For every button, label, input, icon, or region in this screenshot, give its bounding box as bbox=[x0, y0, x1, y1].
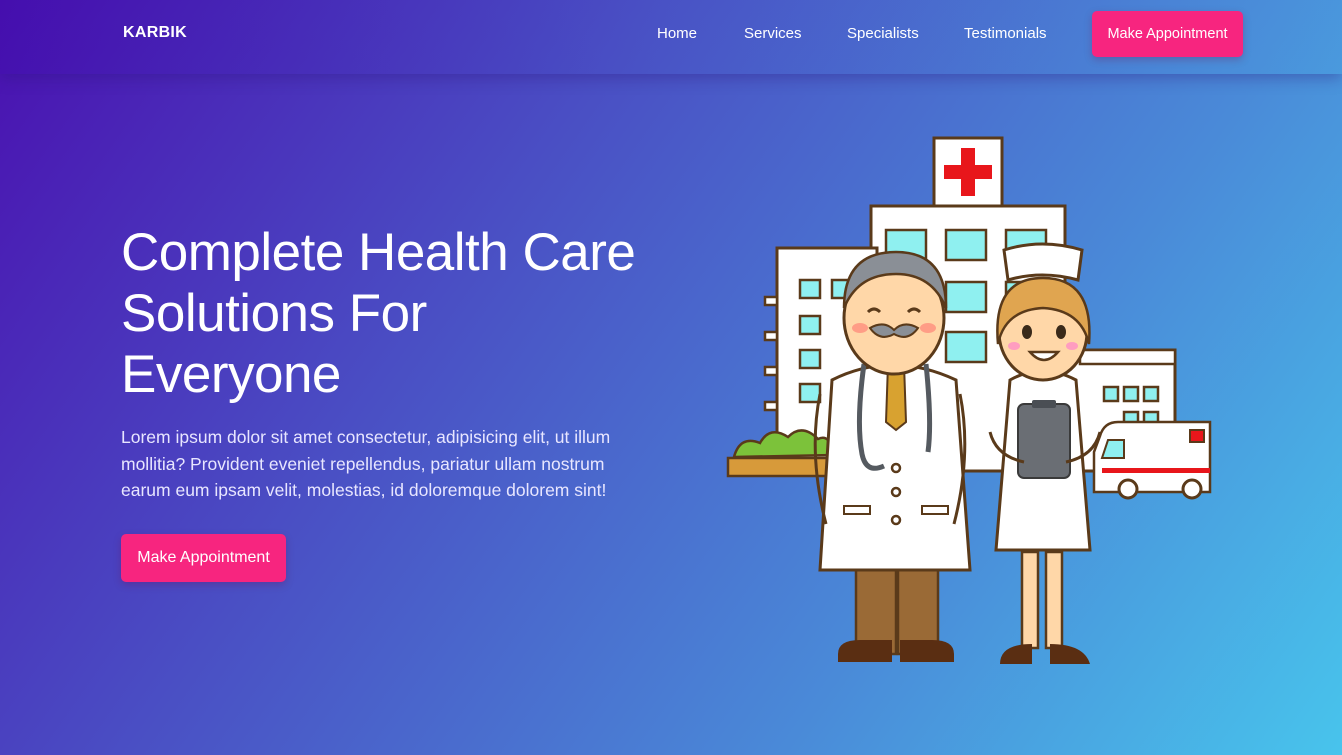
hero-make-appointment-button[interactable]: Make Appointment bbox=[121, 534, 286, 582]
ambulance-icon bbox=[1092, 420, 1212, 500]
nurse-figure bbox=[988, 242, 1102, 664]
hero-description: Lorem ipsum dolor sit amet consectetur, … bbox=[121, 427, 611, 500]
brand-logo[interactable]: KARBIK bbox=[123, 24, 187, 42]
top-navbar: KARBIK Home Services Specialists Testimo… bbox=[0, 0, 1342, 74]
nav-link-home[interactable]: Home bbox=[657, 25, 697, 42]
doctor-nurse-hospital-illustration bbox=[726, 136, 1212, 664]
hero-title: Complete Health Care Solutions For Every… bbox=[121, 223, 636, 404]
nav-link-services[interactable]: Services bbox=[744, 25, 802, 42]
nav-make-appointment-button[interactable]: Make Appointment bbox=[1092, 11, 1243, 57]
nav-link-testimonials[interactable]: Testimonials bbox=[964, 25, 1047, 42]
red-cross-icon bbox=[932, 136, 1004, 208]
nav-link-specialists[interactable]: Specialists bbox=[847, 25, 919, 42]
